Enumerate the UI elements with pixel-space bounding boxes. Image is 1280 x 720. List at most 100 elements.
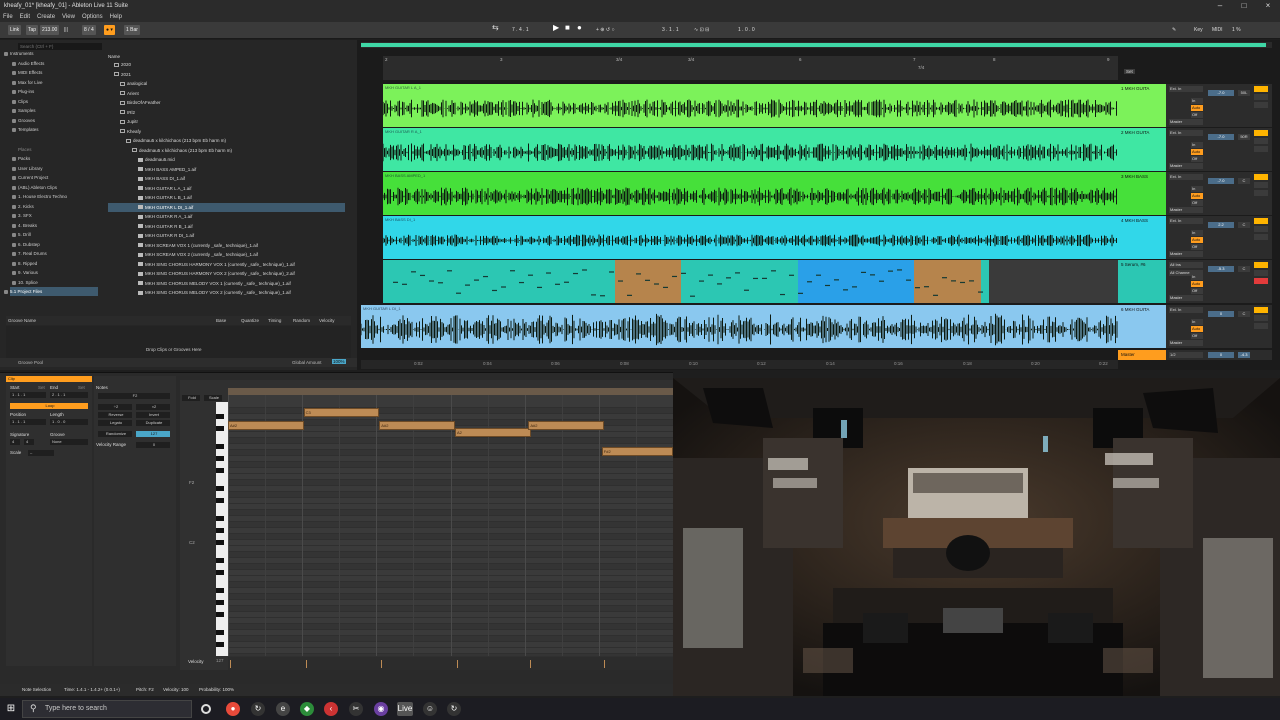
piano-keyboard[interactable] [216,402,228,656]
browser-folder[interactable]: deadmau5 x kilchichaos (213 bpm Eb harm … [126,136,226,145]
browser-folder[interactable]: IRl2 [120,108,135,117]
midi-clip-segment[interactable] [615,260,681,303]
stop-icon[interactable]: ■ [565,23,570,33]
track-header[interactable]: 6 MKH GUITA [1118,305,1166,348]
groove-pool-drop-area[interactable]: Drop Clips or Grooves Here [6,326,351,360]
map-app-icon[interactable]: ◆ [300,702,314,716]
master-track-header[interactable]: Master [1118,350,1166,360]
loop-brace[interactable] [228,388,673,395]
tap-button[interactable]: Tap [26,25,39,35]
place-drill[interactable]: 5. Drill [12,230,31,239]
monitor-in-button[interactable]: In [1191,319,1203,325]
tempo-field[interactable]: 213.00 [40,25,60,35]
midi-note[interactable]: A#2 [228,421,304,431]
arrangement-clip[interactable]: MKH GUITAR L A_1 [383,84,1118,127]
signature-field[interactable]: 8 / 4 [82,25,96,35]
loop-length-field[interactable]: 1 . 0 . 0 [50,419,88,425]
pencil-icon[interactable]: ✎ [1172,25,1176,35]
arm-button[interactable] [1254,278,1268,284]
track-activator-solo-arm[interactable] [1254,307,1268,337]
set-button[interactable]: Set [1124,69,1135,74]
browser-file[interactable]: MKH SING CHORUS MELODY VOX 1 (currently … [138,279,291,288]
input-type-select[interactable]: Ext. In [1169,174,1203,180]
arrangement-overview[interactable] [361,42,1272,48]
place-dubstep[interactable]: 6. Dubstep [12,240,40,249]
track-header[interactable]: 3 MKH BASS [1118,172,1166,215]
place-various[interactable]: 9. Various [12,268,38,277]
metronome-icon[interactable]: ||| [64,25,68,35]
monitor-in-button[interactable]: In [1191,186,1203,192]
arrangement-clip[interactable] [383,260,1118,303]
monitor-auto-button[interactable]: Auto [1191,193,1203,199]
loop-position-field[interactable]: 1 . 1 . 1 [10,419,46,425]
browser-file[interactable]: MKH GUITAR L B_1.aif [138,193,192,202]
place-user-library[interactable]: User Library [12,164,43,173]
black-key[interactable] [216,630,224,635]
refresh-app-icon[interactable]: ↻ [447,702,461,716]
track-pan[interactable]: 50R [1238,134,1250,140]
metronome-button[interactable]: ● ▾ [104,25,115,35]
black-key[interactable] [216,468,224,473]
task-view-icon[interactable] [201,704,211,714]
browser-category-plug-ins[interactable]: Plug-ins [11,87,34,96]
track-pan[interactable]: C [1238,266,1250,272]
groove-select[interactable]: None [50,439,88,445]
track-volume[interactable]: -7.0 [1208,178,1234,184]
monitor-in-button[interactable]: In [1191,142,1203,148]
browser-category-templates[interactable]: Templates [12,125,39,134]
monitor-auto-button[interactable]: Auto [1191,237,1203,243]
browser-file[interactable]: MKH GUITAR L A_1.aif [138,184,192,193]
velocity-range-field[interactable]: 0 [136,442,170,448]
track-pan[interactable]: C [1238,178,1250,184]
key-map-button[interactable]: Key [1194,25,1203,35]
midi-clip-segment[interactable] [989,260,1118,303]
monitor-in-button[interactable]: In [1191,274,1203,280]
black-key[interactable] [216,642,224,647]
monitor-off-button[interactable]: Off [1191,112,1203,118]
browser-folder[interactable]: 2021 [114,70,131,79]
legato-button[interactable]: Legato [98,420,132,426]
input-type-select[interactable]: Ext. In [1169,218,1203,224]
track-activator-solo-arm[interactable] [1254,86,1268,116]
signature-denominator[interactable]: 4 [24,439,34,445]
midi-note[interactable]: A2 [454,427,531,437]
arrangement-clip[interactable]: MKH BASS DI_1 [383,216,1118,259]
set-end-button[interactable]: Set [78,385,85,390]
scale-highlight-button[interactable]: Scale [204,395,222,401]
output-select[interactable]: Master [1169,119,1203,125]
browser-file[interactable]: MKH GUITAR L DI_1.aif [108,202,345,212]
browser-app-icon[interactable]: ↻ [251,702,265,716]
place-packs[interactable]: Packs [11,154,30,163]
place-current-project[interactable]: Current Project [11,173,48,182]
place-ripped[interactable]: 8. Ripped [11,259,37,268]
black-key[interactable] [216,600,224,605]
randomize-amount[interactable]: 127 [136,431,170,437]
arrangement-clip[interactable]: MKH BASS AMPED_1 [383,172,1118,215]
browser-category-midi-effects[interactable]: MIDI Effects [11,68,42,77]
remote-app-icon[interactable]: ‹ [324,702,338,716]
solo-button[interactable] [1254,270,1268,276]
track-header[interactable]: 5 Serum, #6 [1118,260,1166,303]
set-start-button[interactable]: Set [38,385,45,390]
browser-file[interactable]: MKH BASS DI_1.aif [138,174,185,183]
windows-start-icon[interactable]: ⊞ [4,702,18,716]
transpose-halve-button[interactable]: ÷2 [98,404,132,410]
track-header[interactable]: 4 MKH BASS [1118,216,1166,259]
chrome-icon[interactable]: ● [226,702,240,716]
place-breaks[interactable]: 4. Breaks [11,221,37,230]
black-key[interactable] [216,414,224,419]
black-key[interactable] [216,558,224,563]
automation-icons[interactable]: + ⊕ ↺ ○ [596,25,615,35]
place-project-files[interactable]: 5.1 Project Files [4,287,98,296]
signature-numerator[interactable]: 4 [10,439,20,445]
play-icon[interactable]: ▶ [553,23,559,33]
browser-file[interactable]: MKH SCREAM VOX 2 (currently _safe_ techn… [138,250,258,259]
draw-mode-icon[interactable]: ∿ ⊡ ⊟ [694,25,709,35]
browser-folder[interactable]: deadmau5 x kilchichaos (213 bpm Eb harm … [132,146,232,155]
song-position[interactable]: 7 . 4 . 1 [512,25,529,35]
arm-button[interactable] [1254,323,1268,329]
track-activator-button[interactable] [1254,174,1268,180]
arrangement-clip[interactable]: MKH GUITAR R A_1 [383,128,1118,171]
master-quantize[interactable]: 1/2 [1169,352,1203,358]
solo-button[interactable] [1254,226,1268,232]
